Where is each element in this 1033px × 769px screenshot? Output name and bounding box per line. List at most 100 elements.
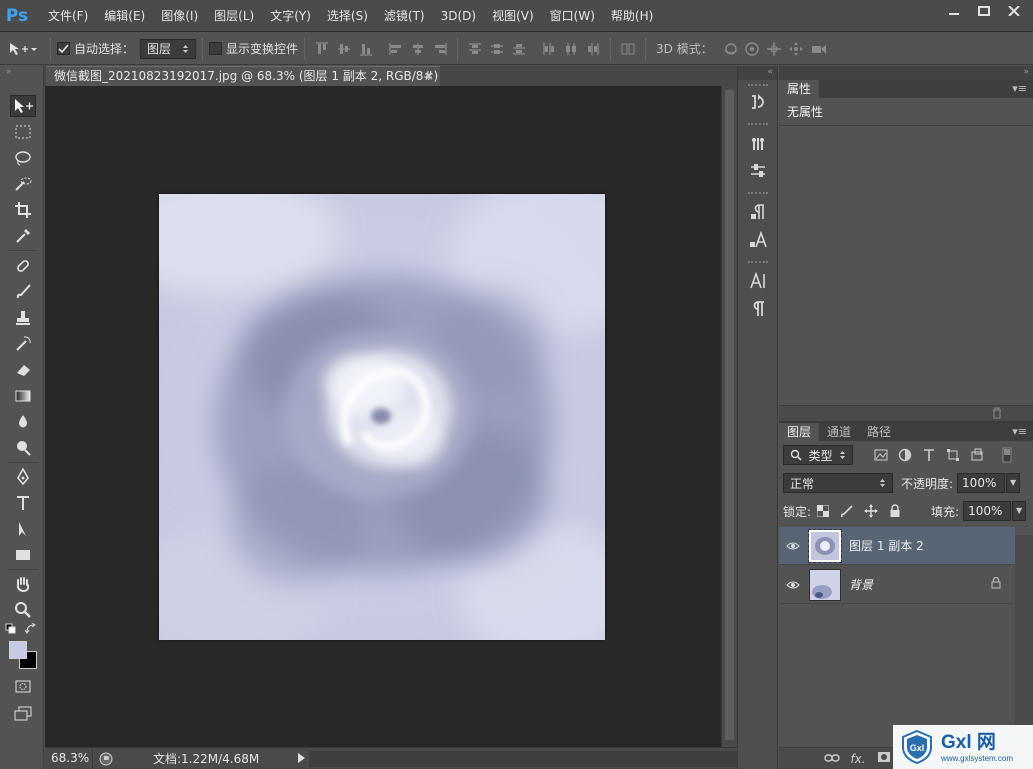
pen-tool[interactable] xyxy=(10,466,36,488)
default-colors-button[interactable] xyxy=(4,622,18,636)
dock-grip[interactable] xyxy=(748,84,768,87)
brushes-panel-button[interactable] xyxy=(747,132,769,154)
align-left-icon[interactable] xyxy=(388,41,404,57)
trash-icon[interactable] xyxy=(991,407,1003,422)
lock-position-icon[interactable] xyxy=(863,503,879,519)
menu-3d[interactable]: 3D(D) xyxy=(433,0,484,32)
distribute-bottom-icon[interactable] xyxy=(511,41,527,57)
scroll-thumb[interactable] xyxy=(725,90,734,740)
vertical-scrollbar[interactable] xyxy=(721,86,737,747)
layer-thumbnail[interactable] xyxy=(809,568,841,601)
filter-adjustment-icon[interactable] xyxy=(897,447,913,463)
document-image[interactable] xyxy=(159,194,605,640)
distribute-left-icon[interactable] xyxy=(541,41,557,57)
layers-scrollbar[interactable] xyxy=(1015,535,1033,745)
filter-smart-object-icon[interactable] xyxy=(969,447,985,463)
character-styles-button[interactable] xyxy=(747,229,769,251)
visibility-toggle[interactable] xyxy=(779,580,807,590)
lock-all-icon[interactable] xyxy=(887,503,903,519)
panel-collapse-grip[interactable]: » xyxy=(779,66,1033,80)
paragraph-panel-button[interactable] xyxy=(747,298,769,320)
tab-paths[interactable]: 路径 xyxy=(859,423,899,441)
fill-slider-toggle[interactable]: ▼ xyxy=(1012,501,1027,521)
tab-properties[interactable]: 属性 xyxy=(779,80,820,98)
move-tool[interactable] xyxy=(10,95,36,117)
lasso-tool[interactable] xyxy=(10,147,36,169)
distribute-right-icon[interactable] xyxy=(585,41,601,57)
distribute-hcenter-icon[interactable] xyxy=(563,41,579,57)
screen-mode-button[interactable] xyxy=(10,702,36,724)
menu-window[interactable]: 窗口(W) xyxy=(542,0,603,32)
marquee-tool[interactable] xyxy=(10,121,36,143)
clone-stamp-tool[interactable] xyxy=(10,307,36,329)
eyedropper-tool[interactable] xyxy=(10,225,36,247)
menu-help[interactable]: 帮助(H) xyxy=(603,0,661,32)
distribute-top-icon[interactable] xyxy=(467,41,483,57)
menu-type[interactable]: 文字(Y) xyxy=(262,0,319,32)
opacity-input[interactable]: 100% ▼ xyxy=(957,473,1021,493)
layer-row[interactable]: 图层 1 副本 2 xyxy=(779,527,1015,565)
filter-shape-icon[interactable] xyxy=(945,447,961,463)
shape-tool[interactable] xyxy=(10,544,36,566)
gradient-tool[interactable] xyxy=(10,385,36,407)
layer-name[interactable]: 背景 xyxy=(849,576,873,593)
filter-toggle-switch[interactable] xyxy=(999,447,1015,463)
blur-tool[interactable] xyxy=(10,411,36,433)
layer-name[interactable]: 图层 1 副本 2 xyxy=(849,537,924,554)
filter-type-icon[interactable] xyxy=(921,447,937,463)
zoom-level-field[interactable]: 68.3% xyxy=(45,748,93,769)
dock-grip[interactable] xyxy=(748,123,768,126)
layer-row[interactable]: 背景 xyxy=(779,566,1015,604)
status-menu-arrow[interactable] xyxy=(297,752,305,766)
crop-tool[interactable] xyxy=(10,199,36,221)
adjustments-panel-button[interactable] xyxy=(747,160,769,182)
type-tool[interactable] xyxy=(10,492,36,514)
3d-roll-icon[interactable] xyxy=(744,41,760,57)
align-right-icon[interactable] xyxy=(432,41,448,57)
3d-pan-icon[interactable] xyxy=(766,41,782,57)
path-select-tool[interactable] xyxy=(10,518,36,540)
filter-pixel-icon[interactable] xyxy=(873,447,889,463)
close-window-button[interactable] xyxy=(999,1,1029,21)
align-hcenter-icon[interactable] xyxy=(410,41,426,57)
layer-thumbnail[interactable] xyxy=(808,528,842,563)
horizontal-scrollbar[interactable] xyxy=(309,750,737,767)
eraser-tool[interactable] xyxy=(10,359,36,381)
align-bottom-icon[interactable] xyxy=(358,41,374,57)
maximize-button[interactable] xyxy=(969,1,999,21)
panel-menu-icon[interactable]: ▾≡ xyxy=(1012,425,1027,438)
layer-mask-icon[interactable] xyxy=(875,751,893,766)
tab-close-button[interactable]: × xyxy=(424,67,434,86)
healing-brush-tool[interactable] xyxy=(10,255,36,277)
lock-transparent-icon[interactable] xyxy=(815,503,831,519)
paragraph-styles-button[interactable] xyxy=(747,201,769,223)
align-vcenter-icon[interactable] xyxy=(336,41,352,57)
swap-colors-button[interactable] xyxy=(24,622,38,636)
menu-select[interactable]: 选择(S) xyxy=(319,0,376,32)
quick-mask-button[interactable] xyxy=(10,675,36,697)
foreground-color-swatch[interactable] xyxy=(9,641,27,659)
menu-edit[interactable]: 编辑(E) xyxy=(96,0,153,32)
3d-rotate-icon[interactable] xyxy=(722,41,738,57)
hand-tool[interactable] xyxy=(10,573,36,595)
dock-grip[interactable] xyxy=(748,192,768,195)
auto-align-layers-icon[interactable] xyxy=(620,41,636,57)
show-transform-checkbox[interactable] xyxy=(209,42,223,55)
history-brush-tool[interactable] xyxy=(10,333,36,355)
zoom-tool[interactable] xyxy=(10,599,36,621)
character-panel-button[interactable] xyxy=(747,270,769,292)
distribute-vcenter-icon[interactable] xyxy=(489,41,505,57)
link-layers-icon[interactable] xyxy=(823,752,841,766)
minimize-button[interactable] xyxy=(939,1,969,21)
brush-tool[interactable] xyxy=(10,281,36,303)
3d-slide-icon[interactable] xyxy=(788,41,804,57)
auto-select-checkbox[interactable] xyxy=(57,42,70,55)
align-top-icon[interactable] xyxy=(314,41,330,57)
filter-kind-dropdown[interactable]: 类型 xyxy=(783,445,853,465)
tab-layers[interactable]: 图层 xyxy=(779,423,820,441)
opacity-slider-toggle[interactable]: ▼ xyxy=(1006,473,1021,493)
menu-layer[interactable]: 图层(L) xyxy=(206,0,262,32)
move-tool-preset-icon[interactable] xyxy=(8,41,44,57)
menu-image[interactable]: 图像(I) xyxy=(153,0,206,32)
fx-icon[interactable]: fx. xyxy=(849,752,867,766)
